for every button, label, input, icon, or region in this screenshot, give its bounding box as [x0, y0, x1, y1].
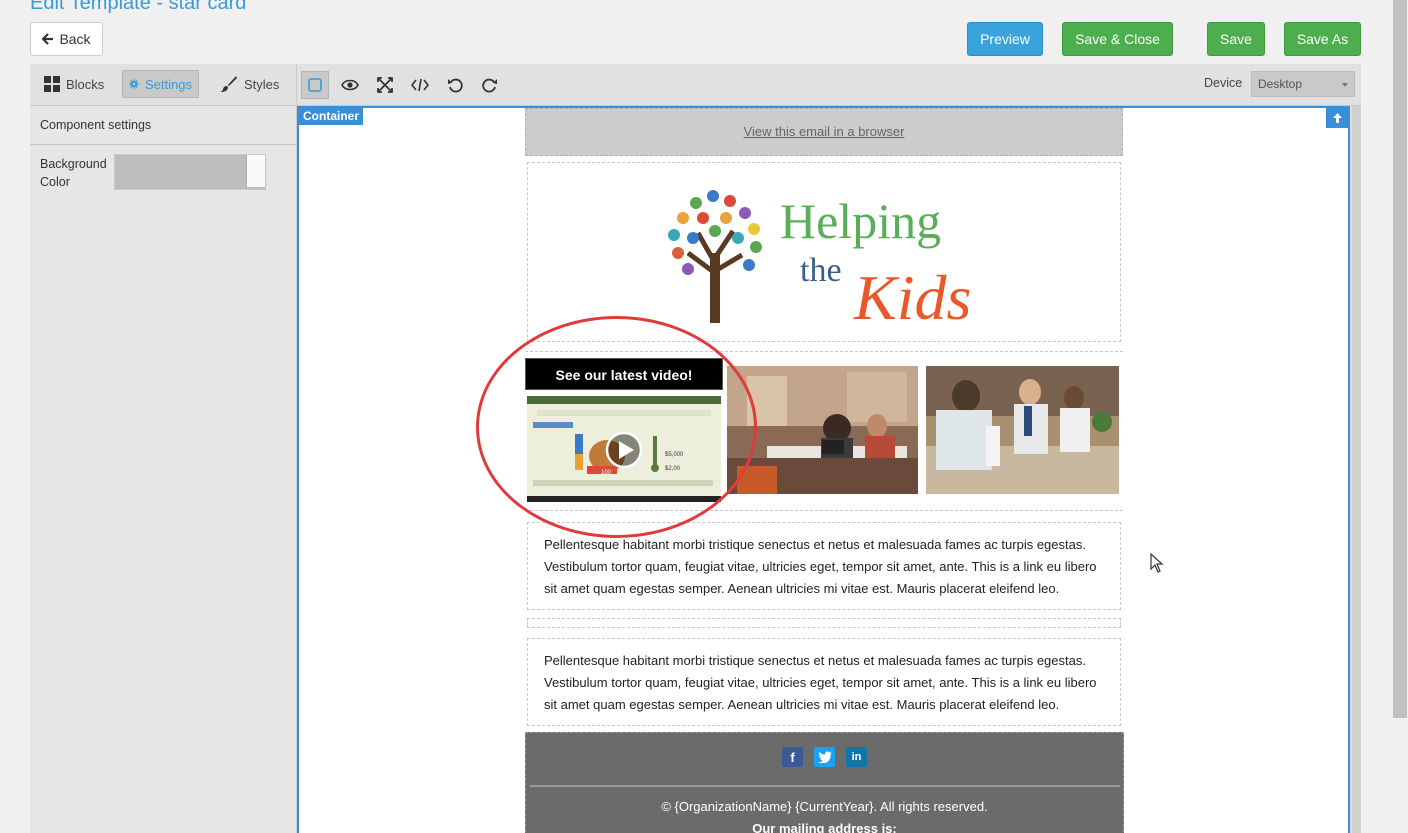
mouse-cursor-icon [1150, 553, 1164, 573]
square-outline-icon [308, 78, 322, 92]
office-photo-2 [926, 366, 1119, 494]
device-select-value: Desktop [1258, 77, 1303, 91]
grid-icon [44, 76, 60, 92]
tab-settings-label: Settings [145, 76, 192, 92]
component-settings-title: Component settings [30, 106, 296, 145]
save-as-button[interactable]: Save As [1284, 22, 1361, 56]
email-canvas[interactable]: Container View this email in a browser H… [297, 106, 1350, 833]
tab-settings[interactable]: Settings [122, 70, 199, 98]
undo-icon [448, 78, 463, 93]
arrow-up-icon [1332, 113, 1342, 123]
eye-icon [341, 79, 359, 91]
save-button[interactable]: Save [1207, 22, 1265, 56]
save-close-button[interactable]: Save & Close [1062, 22, 1173, 56]
facebook-icon[interactable]: f [782, 747, 803, 767]
video-title: See our latest video! [525, 358, 723, 390]
thumb-amount1: $5,000 [665, 452, 684, 458]
fullscreen-icon [377, 77, 393, 93]
tab-styles[interactable]: Styles [214, 70, 285, 98]
redo-button[interactable] [476, 71, 504, 99]
view-in-browser-block[interactable]: View this email in a browser [525, 108, 1123, 156]
panel-tabs: Blocks Settings Styles [30, 64, 296, 106]
preview-button[interactable]: Preview [967, 22, 1043, 56]
chevron-down-icon [1342, 83, 1348, 87]
device-select[interactable]: Desktop [1251, 71, 1355, 97]
code-icon [411, 78, 429, 92]
canvas-scrollbar[interactable] [1352, 106, 1361, 833]
logo-line2b: Kids [853, 262, 971, 333]
back-label: Back [59, 31, 91, 47]
component-outline-toggle[interactable] [301, 71, 329, 99]
thumb-counter: 100 [601, 470, 612, 476]
spacer-block[interactable] [527, 618, 1121, 628]
thumb-amount2: $2,00 [665, 466, 681, 472]
device-label: Device [1204, 76, 1243, 90]
arrow-left-icon [42, 33, 54, 45]
video-thumbnail[interactable]: 100 $5,000 $2,00 [527, 396, 721, 502]
code-view-button[interactable] [406, 71, 434, 99]
text-block-1[interactable]: Pellentesque habitant morbi tristique se… [527, 522, 1121, 610]
footer-divider [530, 785, 1120, 787]
container-badge: Container [299, 108, 364, 125]
background-color-label: Background Color [40, 157, 107, 189]
left-panel: Blocks Settings Styles Component setting… [30, 64, 297, 833]
brush-icon [221, 76, 237, 92]
copyright-text: © {OrganizationName} {CurrentYear}. All … [661, 799, 988, 814]
background-color-row: Background Color [30, 145, 296, 195]
logo-block[interactable]: Helping the Kids [527, 162, 1121, 342]
email-footer[interactable]: f in © {OrganizationName} {CurrentYear}.… [525, 732, 1124, 833]
page-title: Edit Template - star card [30, 0, 247, 14]
mailing-address-label: Our mailing address is: [752, 821, 897, 833]
logo-line1: Helping [780, 193, 941, 249]
editor-toolbar: Device Desktop [297, 64, 1361, 106]
video-column[interactable]: See our latest video! 100 $5,000 $2,00 [525, 358, 723, 505]
logo-line2a: the [800, 252, 842, 289]
tab-blocks[interactable]: Blocks [38, 70, 110, 98]
tab-blocks-label: Blocks [66, 76, 105, 92]
editor: Blocks Settings Styles Component setting… [30, 64, 1361, 833]
office-photo-1 [727, 366, 918, 494]
undo-button[interactable] [441, 71, 469, 99]
helping-the-kids-logo: Helping the Kids [668, 190, 971, 333]
fullscreen-button[interactable] [371, 71, 399, 99]
view-in-browser-link[interactable]: View this email in a browser [744, 124, 905, 139]
select-parent-button[interactable] [1326, 108, 1348, 128]
twitter-icon[interactable] [814, 747, 835, 767]
image-row-block[interactable]: See our latest video! 100 $5,000 $2,00 [525, 351, 1123, 511]
background-color-picker[interactable] [114, 154, 266, 190]
text-block-2[interactable]: Pellentesque habitant morbi tristique se… [527, 638, 1121, 726]
window-scrollbar-thumb[interactable] [1393, 0, 1407, 718]
play-icon[interactable] [604, 430, 644, 470]
social-links: f in [526, 747, 1123, 767]
linkedin-icon[interactable]: in [846, 747, 867, 767]
back-button[interactable]: Back [30, 22, 103, 56]
redo-icon [482, 78, 497, 93]
gear-icon [129, 79, 139, 89]
tab-styles-label: Styles [244, 76, 280, 92]
color-picker-handle[interactable] [246, 155, 265, 187]
preview-toggle[interactable] [336, 71, 364, 99]
